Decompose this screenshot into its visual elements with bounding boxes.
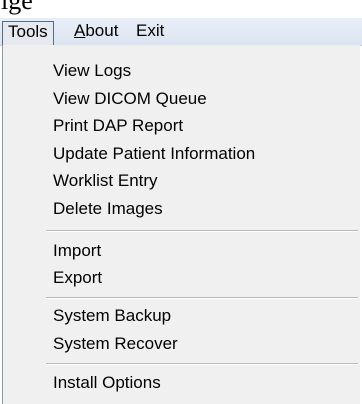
menu-separator	[46, 230, 358, 232]
header-text-fragment: ige	[1, 0, 33, 15]
menu-item-import[interactable]: Import	[53, 240, 101, 262]
menu-item-delete-images[interactable]: Delete Images	[53, 198, 163, 220]
menu-item-install-options[interactable]: Install Options	[53, 372, 161, 394]
menu-item-worklist-entry[interactable]: Worklist Entry	[53, 170, 158, 192]
menu-separator	[46, 363, 358, 365]
menu-item-update-patient-information[interactable]: Update Patient Information	[53, 143, 255, 165]
menu-item-print-dap-report[interactable]: Print DAP Report	[53, 115, 183, 137]
menu-item-view-dicom-queue[interactable]: View DICOM Queue	[53, 88, 207, 110]
menu-about-label-rest: bout	[85, 21, 119, 40]
menu-about-mnemonic: A	[74, 21, 86, 40]
window-top-strip: ige	[0, 0, 362, 18]
menu-tools[interactable]: Tools	[2, 21, 54, 46]
menu-about[interactable]: About	[69, 21, 123, 43]
menu-bar: Tools About Exit	[0, 18, 362, 46]
tools-dropdown-menu: View Logs View DICOM Queue Print DAP Rep…	[2, 45, 360, 404]
menu-exit[interactable]: Exit	[131, 21, 169, 43]
menu-item-view-logs[interactable]: View Logs	[53, 60, 131, 82]
menu-item-system-backup[interactable]: System Backup	[53, 305, 171, 327]
menu-item-export[interactable]: Export	[53, 267, 102, 289]
menu-item-system-recover[interactable]: System Recover	[53, 333, 178, 355]
menu-separator	[46, 297, 358, 299]
